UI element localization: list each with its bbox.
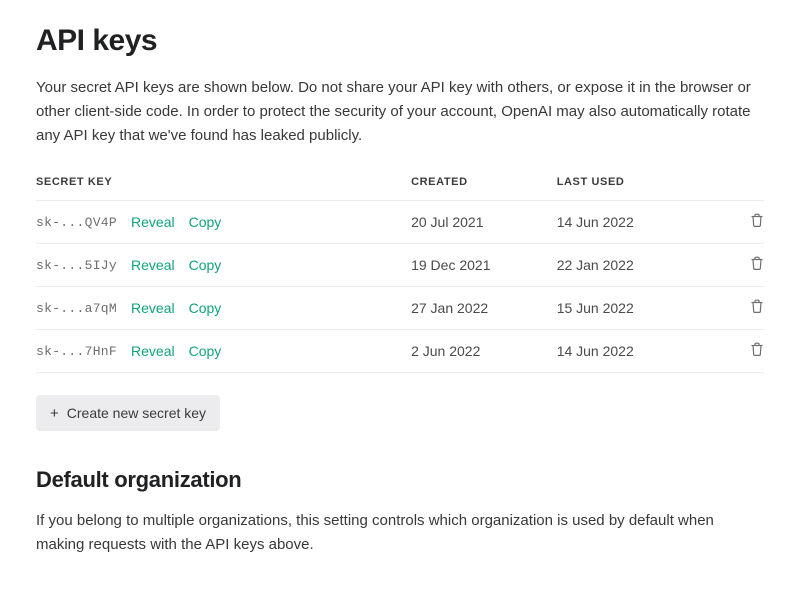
page-title: API keys	[36, 24, 764, 58]
delete-button[interactable]	[750, 256, 764, 271]
trash-icon	[750, 342, 764, 357]
reveal-link[interactable]: Reveal	[131, 214, 175, 230]
table-row: sk-...a7qM Reveal Copy 27 Jan 2022 15 Ju…	[36, 287, 764, 330]
created-cell: 19 Dec 2021	[411, 244, 557, 287]
reveal-link[interactable]: Reveal	[131, 343, 175, 359]
trash-icon	[750, 213, 764, 228]
table-row: sk-...QV4P Reveal Copy 20 Jul 2021 14 Ju…	[36, 201, 764, 244]
create-button-label: Create new secret key	[67, 405, 206, 421]
copy-link[interactable]: Copy	[189, 343, 222, 359]
key-mask: sk-...5IJy	[36, 258, 117, 273]
last-used-cell: 15 Jun 2022	[557, 287, 730, 330]
trash-icon	[750, 299, 764, 314]
created-cell: 2 Jun 2022	[411, 330, 557, 373]
column-header-secret-key: SECRET KEY	[36, 176, 411, 201]
table-row: sk-...5IJy Reveal Copy 19 Dec 2021 22 Ja…	[36, 244, 764, 287]
default-org-description: If you belong to multiple organizations,…	[36, 509, 764, 557]
table-row: sk-...7HnF Reveal Copy 2 Jun 2022 14 Jun…	[36, 330, 764, 373]
last-used-cell: 14 Jun 2022	[557, 330, 730, 373]
last-used-cell: 14 Jun 2022	[557, 201, 730, 244]
copy-link[interactable]: Copy	[189, 257, 222, 273]
column-header-last-used: LAST USED	[557, 176, 730, 201]
copy-link[interactable]: Copy	[189, 214, 222, 230]
key-mask: sk-...QV4P	[36, 215, 117, 230]
delete-button[interactable]	[750, 342, 764, 357]
key-mask: sk-...7HnF	[36, 344, 117, 359]
delete-button[interactable]	[750, 213, 764, 228]
plus-icon: +	[50, 406, 59, 421]
last-used-cell: 22 Jan 2022	[557, 244, 730, 287]
created-cell: 20 Jul 2021	[411, 201, 557, 244]
copy-link[interactable]: Copy	[189, 300, 222, 316]
column-header-created: CREATED	[411, 176, 557, 201]
trash-icon	[750, 256, 764, 271]
default-org-title: Default organization	[36, 467, 764, 493]
reveal-link[interactable]: Reveal	[131, 257, 175, 273]
page-description: Your secret API keys are shown below. Do…	[36, 76, 764, 148]
api-keys-table: SECRET KEY CREATED LAST USED sk-...QV4P …	[36, 176, 764, 373]
key-mask: sk-...a7qM	[36, 301, 117, 316]
create-new-secret-key-button[interactable]: + Create new secret key	[36, 395, 220, 431]
reveal-link[interactable]: Reveal	[131, 300, 175, 316]
delete-button[interactable]	[750, 299, 764, 314]
created-cell: 27 Jan 2022	[411, 287, 557, 330]
